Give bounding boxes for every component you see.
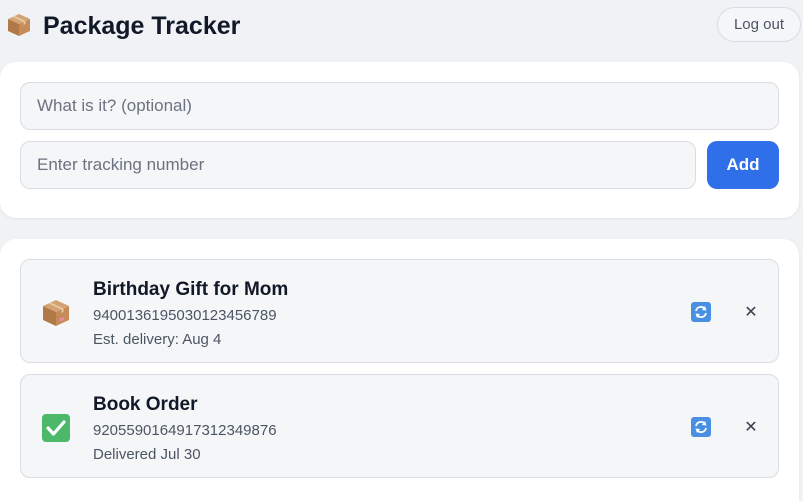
refresh-icon[interactable] <box>691 302 711 322</box>
package-box-icon <box>43 300 69 326</box>
package-list: Birthday Gift for Mom 940013619503012345… <box>0 239 799 501</box>
close-icon[interactable]: ✕ <box>739 415 763 439</box>
logout-button[interactable]: Log out <box>717 7 801 42</box>
delivery-status: Delivered Jul 30 <box>93 446 201 463</box>
description-input[interactable] <box>20 82 779 130</box>
header: Package Tracker Log out <box>0 0 803 52</box>
check-mark-icon <box>42 414 70 442</box>
package-name: Birthday Gift for Mom <box>93 279 289 300</box>
package-item: Book Order 9205590164917312349876 Delive… <box>20 374 779 478</box>
tracking-number-input[interactable] <box>20 141 696 189</box>
app-title: Package Tracker <box>43 12 241 40</box>
delivery-status: Est. delivery: Aug 4 <box>93 331 222 348</box>
package-item: Birthday Gift for Mom 940013619503012345… <box>20 259 779 363</box>
tracking-number: 9400136195030123456789 <box>93 307 277 324</box>
add-package-form: Add <box>0 62 799 218</box>
add-button[interactable]: Add <box>707 141 779 189</box>
tracking-number: 9205590164917312349876 <box>93 422 277 439</box>
package-name: Book Order <box>93 394 198 415</box>
package-box-icon <box>8 14 30 36</box>
refresh-icon[interactable] <box>691 417 711 437</box>
close-icon[interactable]: ✕ <box>739 300 763 324</box>
